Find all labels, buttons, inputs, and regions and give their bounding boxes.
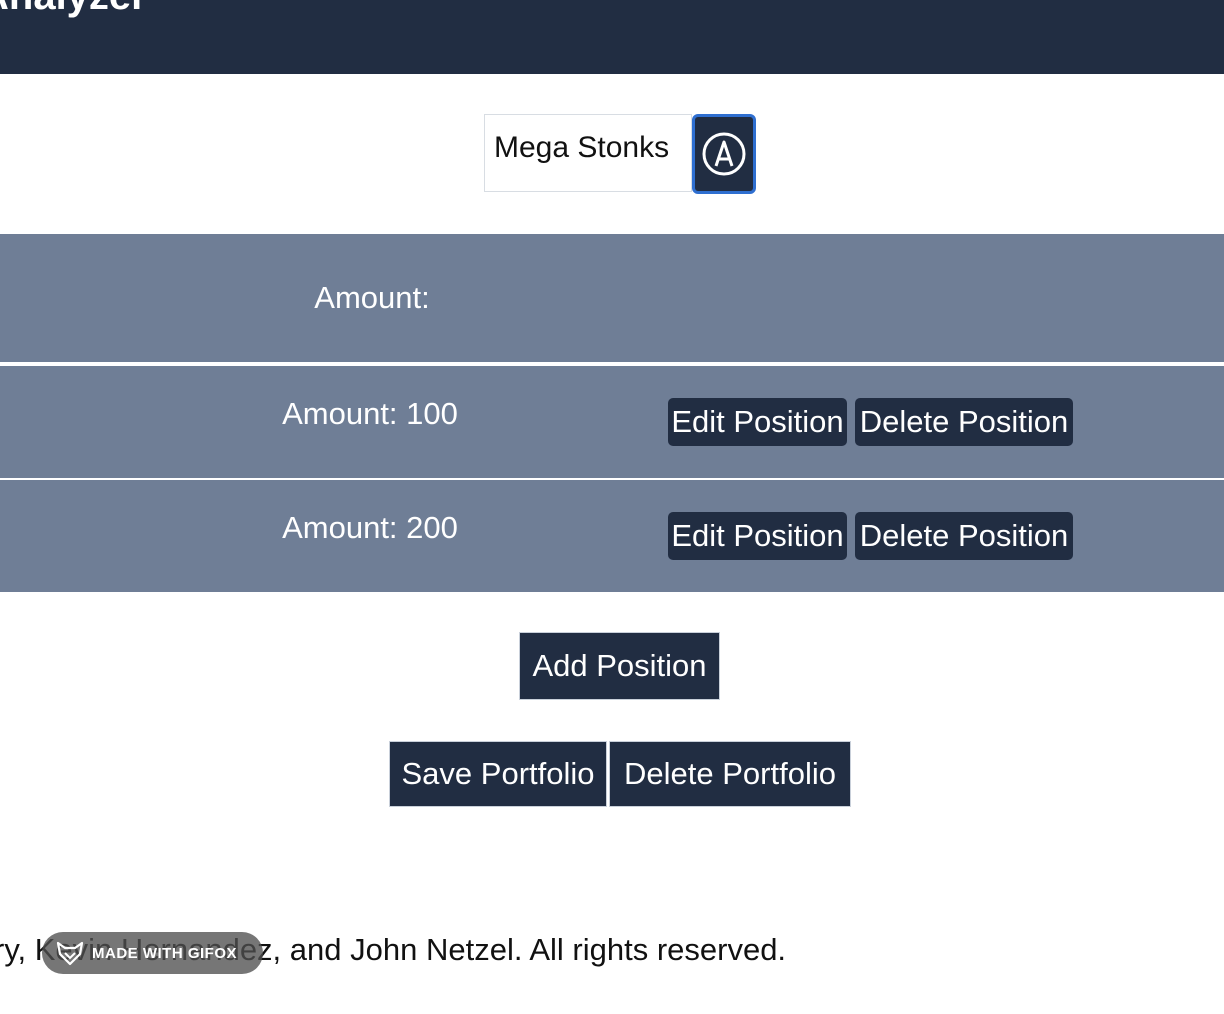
delete-position-button[interactable]: Delete Position	[855, 512, 1073, 560]
save-portfolio-button[interactable]: Save Portfolio	[389, 741, 607, 807]
position-amount: Amount: 200	[282, 510, 458, 545]
gifox-watermark: MADE WITH GIFOX	[42, 932, 263, 974]
portfolio-name-display: Mega Stonks	[484, 114, 692, 192]
add-position-button[interactable]: Add Position	[519, 632, 720, 700]
edit-position-button[interactable]: Edit Position	[668, 512, 847, 560]
delete-position-button[interactable]: Delete Position	[855, 398, 1073, 446]
table-row: Amount: 100 Edit Position Delete Positio…	[0, 366, 1224, 478]
amount-column-header: Amount:	[314, 280, 430, 315]
edit-portfolio-name-button[interactable]	[692, 114, 756, 194]
position-amount: Amount: 100	[282, 396, 458, 431]
table-header-row: Amount:	[0, 234, 1224, 362]
app-title: Analyzer	[0, 0, 147, 19]
edit-position-button[interactable]: Edit Position	[668, 398, 847, 446]
delete-portfolio-button[interactable]: Delete Portfolio	[609, 741, 851, 807]
fox-head-icon	[56, 939, 84, 967]
table-row: Amount: 200 Edit Position Delete Positio…	[0, 480, 1224, 592]
app-header: Analyzer	[0, 0, 1224, 74]
edit-pen-circle-icon	[702, 132, 746, 176]
watermark-text: MADE WITH GIFOX	[92, 944, 237, 962]
